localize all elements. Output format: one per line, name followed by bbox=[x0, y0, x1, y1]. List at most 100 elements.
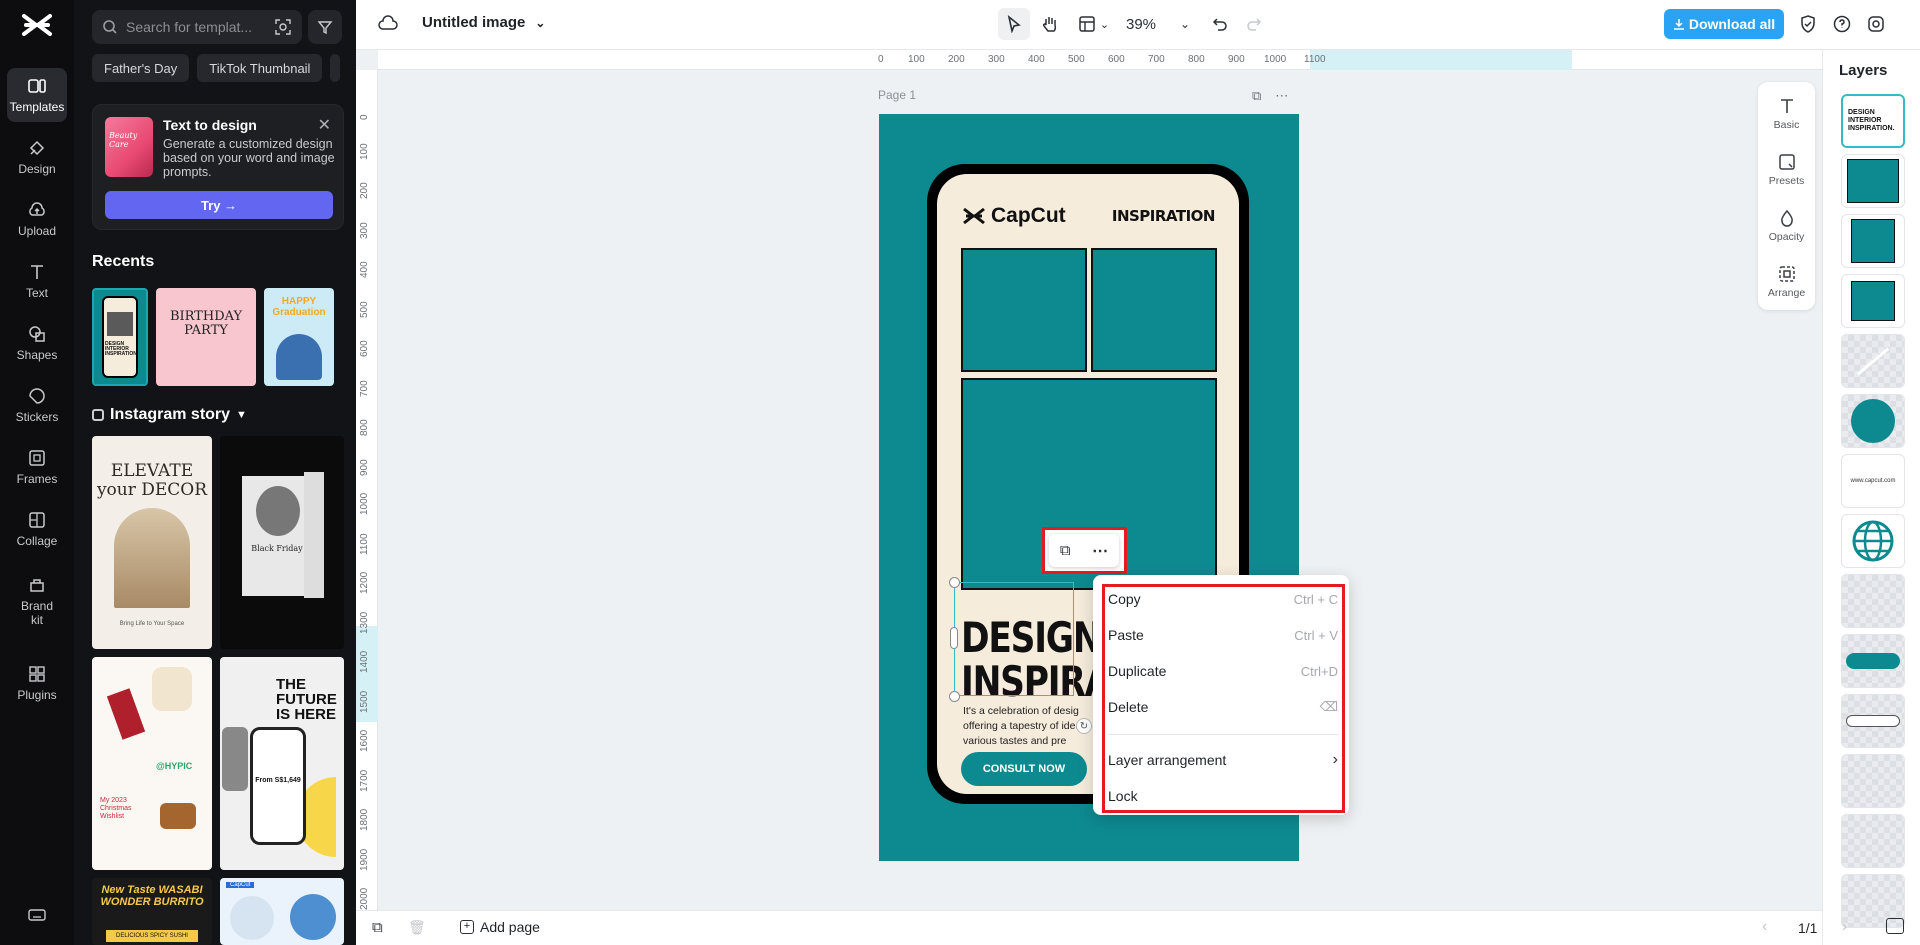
rail-brand-kit[interactable]: Brand kit bbox=[7, 568, 67, 634]
basic-tool[interactable]: Basic bbox=[1758, 96, 1815, 131]
presets-tool[interactable]: Presets bbox=[1758, 152, 1815, 187]
resize-handle[interactable] bbox=[949, 691, 960, 702]
rail-templates[interactable]: Templates bbox=[7, 68, 67, 122]
rail-plugins[interactable]: Plugins bbox=[7, 656, 67, 710]
chip-fathers-day[interactable]: Father's Day bbox=[92, 54, 190, 82]
menu-lock[interactable]: Lock bbox=[1108, 781, 1338, 811]
selection-box[interactable] bbox=[954, 582, 1074, 696]
template-card[interactable]: Black Friday bbox=[220, 436, 344, 649]
layer-thumb[interactable]: www.capcut.com bbox=[1841, 454, 1905, 508]
rail-keyboard[interactable] bbox=[7, 898, 67, 932]
document-title: Untitled image bbox=[422, 14, 526, 31]
template-card[interactable]: ELEVATE your DECOR Bring Life to Your Sp… bbox=[92, 436, 212, 649]
template-card[interactable]: @HYPIC My 2023 Christmas Wishlist bbox=[92, 657, 212, 870]
canvas-area[interactable]: 0 100 200 300 400 500 600 700 800 900 10… bbox=[356, 50, 1822, 910]
copy-style-icon[interactable]: ⧉ bbox=[1060, 542, 1071, 559]
rail-label: Frames bbox=[16, 472, 58, 486]
template-card[interactable]: New Taste WASABI WONDER BURRITO DELICIOU… bbox=[92, 878, 212, 945]
layer-thumb[interactable] bbox=[1841, 394, 1905, 448]
document-title-dropdown[interactable]: Untitled image ⌄ bbox=[378, 14, 545, 31]
consult-now-button[interactable]: CONSULT NOW bbox=[961, 752, 1087, 786]
layer-thumb[interactable] bbox=[1841, 334, 1905, 388]
page-actions: ⧉ ⋯ bbox=[1252, 88, 1288, 104]
resize-handle[interactable] bbox=[950, 627, 958, 649]
layer-thumb[interactable] bbox=[1841, 514, 1905, 568]
layer-thumb[interactable] bbox=[1841, 154, 1905, 208]
capcut-logo[interactable] bbox=[20, 12, 54, 38]
search-input[interactable] bbox=[126, 19, 256, 35]
recent-item[interactable]: HAPPY Graduation bbox=[264, 288, 334, 386]
image-search-icon[interactable] bbox=[274, 18, 292, 36]
more-icon[interactable]: ⋯ bbox=[1275, 88, 1288, 104]
layer-thumb[interactable] bbox=[1841, 814, 1905, 868]
menu-duplicate[interactable]: Duplicate Ctrl+D bbox=[1108, 656, 1338, 686]
add-page-button[interactable]: + Add page bbox=[460, 919, 540, 935]
photo-frame[interactable] bbox=[1091, 248, 1217, 372]
menu-paste[interactable]: Paste Ctrl + V bbox=[1108, 620, 1338, 650]
undo-button[interactable] bbox=[1206, 8, 1234, 40]
filter-button[interactable] bbox=[308, 10, 342, 44]
template-card[interactable]: THE FUTURE IS HERE From S$1,649 bbox=[220, 657, 344, 870]
layer-thumb[interactable]: DESIGN INTERIOR INSPIRATION. bbox=[1841, 94, 1905, 148]
arrange-tool[interactable]: Arrange bbox=[1758, 264, 1815, 299]
menu-label: Lock bbox=[1108, 788, 1138, 804]
rail-stickers[interactable]: Stickers bbox=[7, 378, 67, 432]
floating-toolbar-highlight: ⧉ ⋯ bbox=[1042, 527, 1127, 574]
settings-button[interactable] bbox=[1862, 8, 1890, 40]
trash-icon[interactable]: 🗑 bbox=[408, 919, 426, 936]
layers-toggle-icon[interactable] bbox=[1886, 918, 1904, 934]
hand-tool[interactable] bbox=[1034, 8, 1066, 40]
ruler-tick: 500 bbox=[1068, 54, 1085, 65]
rail-shapes[interactable]: Shapes bbox=[7, 316, 67, 370]
chip-more[interactable] bbox=[330, 54, 341, 82]
prev-page-icon[interactable]: ‹ bbox=[1762, 918, 1767, 936]
layout-tool[interactable]: ⌄ bbox=[1074, 8, 1114, 40]
shapes-icon bbox=[29, 326, 45, 342]
template-search[interactable] bbox=[92, 10, 302, 44]
duplicate-page-icon[interactable]: ⧉ bbox=[1252, 88, 1261, 104]
rail-upload[interactable]: Upload bbox=[7, 192, 67, 246]
select-tool[interactable] bbox=[998, 8, 1030, 40]
opacity-tool[interactable]: Opacity bbox=[1758, 208, 1815, 243]
menu-delete[interactable]: Delete ⌫ bbox=[1108, 692, 1338, 722]
duplicate-page-icon[interactable]: ⧉ bbox=[372, 919, 383, 936]
help-button[interactable] bbox=[1828, 8, 1856, 40]
layers-panel: Layers DESIGN INTERIOR INSPIRATION. www.… bbox=[1822, 50, 1920, 945]
layer-thumb[interactable] bbox=[1841, 754, 1905, 808]
chip-tiktok-thumbnail[interactable]: TikTok Thumbnail bbox=[197, 54, 323, 82]
layer-thumb[interactable] bbox=[1841, 694, 1905, 748]
template-card[interactable]: CapCut bbox=[220, 878, 344, 945]
rail-text[interactable]: Text bbox=[7, 254, 67, 308]
next-page-icon[interactable]: › bbox=[1842, 918, 1847, 936]
photo-frame[interactable] bbox=[961, 248, 1087, 372]
zoom-dropdown[interactable]: 39% ⌄ bbox=[1126, 8, 1190, 40]
brand-logo[interactable]: CapCut bbox=[961, 204, 1066, 228]
menu-copy[interactable]: Copy Ctrl + C bbox=[1108, 584, 1338, 614]
layer-thumb[interactable] bbox=[1841, 214, 1905, 268]
shield-button[interactable] bbox=[1794, 8, 1822, 40]
instagram-story-dropdown[interactable]: Instagram story ▼ bbox=[92, 406, 247, 424]
layer-thumb[interactable] bbox=[1841, 274, 1905, 328]
instagram-icon bbox=[92, 409, 104, 421]
ruler-tick: 200 bbox=[948, 54, 965, 65]
layer-thumb[interactable] bbox=[1841, 634, 1905, 688]
rotate-handle[interactable]: ↻ bbox=[1076, 718, 1092, 734]
rail-design[interactable]: Design bbox=[7, 130, 67, 184]
recent-item[interactable]: BIRTHDAY PARTY bbox=[156, 288, 256, 386]
resize-handle[interactable] bbox=[949, 577, 960, 588]
redo-button[interactable] bbox=[1240, 8, 1268, 40]
more-icon[interactable]: ⋯ bbox=[1092, 541, 1108, 561]
upload-icon bbox=[29, 202, 45, 216]
inspiration-text[interactable]: INSPIRATION bbox=[1112, 207, 1216, 225]
rail-label: Brand kit bbox=[20, 599, 54, 627]
rail-collage[interactable]: Collage bbox=[7, 502, 67, 556]
layer-thumb[interactable] bbox=[1841, 574, 1905, 628]
try-button[interactable]: Try → bbox=[105, 191, 333, 219]
rail-frames[interactable]: Frames bbox=[7, 440, 67, 494]
download-all-button[interactable]: Download all bbox=[1664, 9, 1784, 39]
ruler-tick: 0 bbox=[878, 54, 884, 65]
close-icon[interactable]: ✕ bbox=[318, 115, 331, 135]
ruler-tick: 2000 bbox=[359, 887, 370, 910]
recent-item[interactable]: DESIGN INTERIOR INSPIRATION. bbox=[92, 288, 148, 386]
menu-layer-arrangement[interactable]: Layer arrangement › bbox=[1108, 745, 1338, 775]
